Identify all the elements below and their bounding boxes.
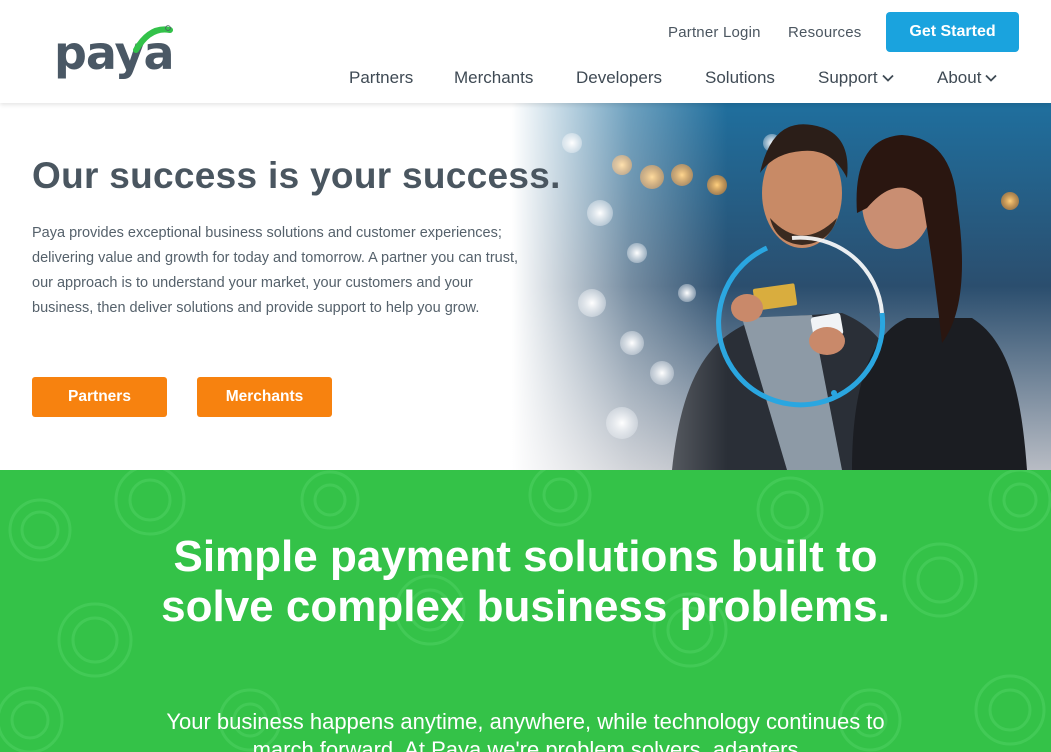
banner-subtitle: Your business happens anytime, anywhere,… (166, 709, 885, 752)
nav-solutions[interactable]: Solutions (705, 68, 775, 88)
partners-button[interactable]: Partners (32, 377, 167, 417)
chevron-down-icon (881, 74, 894, 82)
nav-label: Solutions (705, 68, 775, 87)
banner-title: Simple payment solutions built to solve … (0, 532, 1051, 632)
merchants-button[interactable]: Merchants (197, 377, 332, 417)
site-header: paya Partner Login Resources Get Started… (0, 0, 1051, 103)
nav-partners[interactable]: Partners (349, 68, 413, 88)
nav-support[interactable]: Support (818, 68, 894, 88)
nav-label: About (937, 68, 982, 87)
nav-about[interactable]: About (937, 68, 998, 88)
solutions-banner: Simple payment solutions built to solve … (0, 470, 1051, 752)
nav-label: Developers (576, 68, 662, 87)
nav-label: Support (818, 68, 878, 87)
hero-title: Our success is your success. (32, 155, 561, 196)
hero-description: Paya provides exceptional business solut… (32, 225, 519, 316)
nav-developers[interactable]: Developers (576, 68, 662, 88)
banner-title-text: Simple payment solutions built to solve … (161, 532, 890, 631)
nav-label: Partners (349, 68, 414, 87)
hero-section: Our success is your success. Paya provid… (0, 103, 1051, 470)
get-started-button[interactable]: Get Started (886, 12, 1019, 52)
paya-logo[interactable]: paya (54, 24, 175, 84)
hero-couple-image (512, 103, 1051, 470)
logo-swoosh-icon (133, 25, 173, 53)
chevron-down-icon (985, 74, 998, 82)
nav-label: Merchants (454, 68, 534, 87)
partner-login-link[interactable]: Partner Login (668, 24, 761, 41)
nav-merchants[interactable]: Merchants (454, 68, 533, 88)
resources-link[interactable]: Resources (788, 24, 862, 41)
